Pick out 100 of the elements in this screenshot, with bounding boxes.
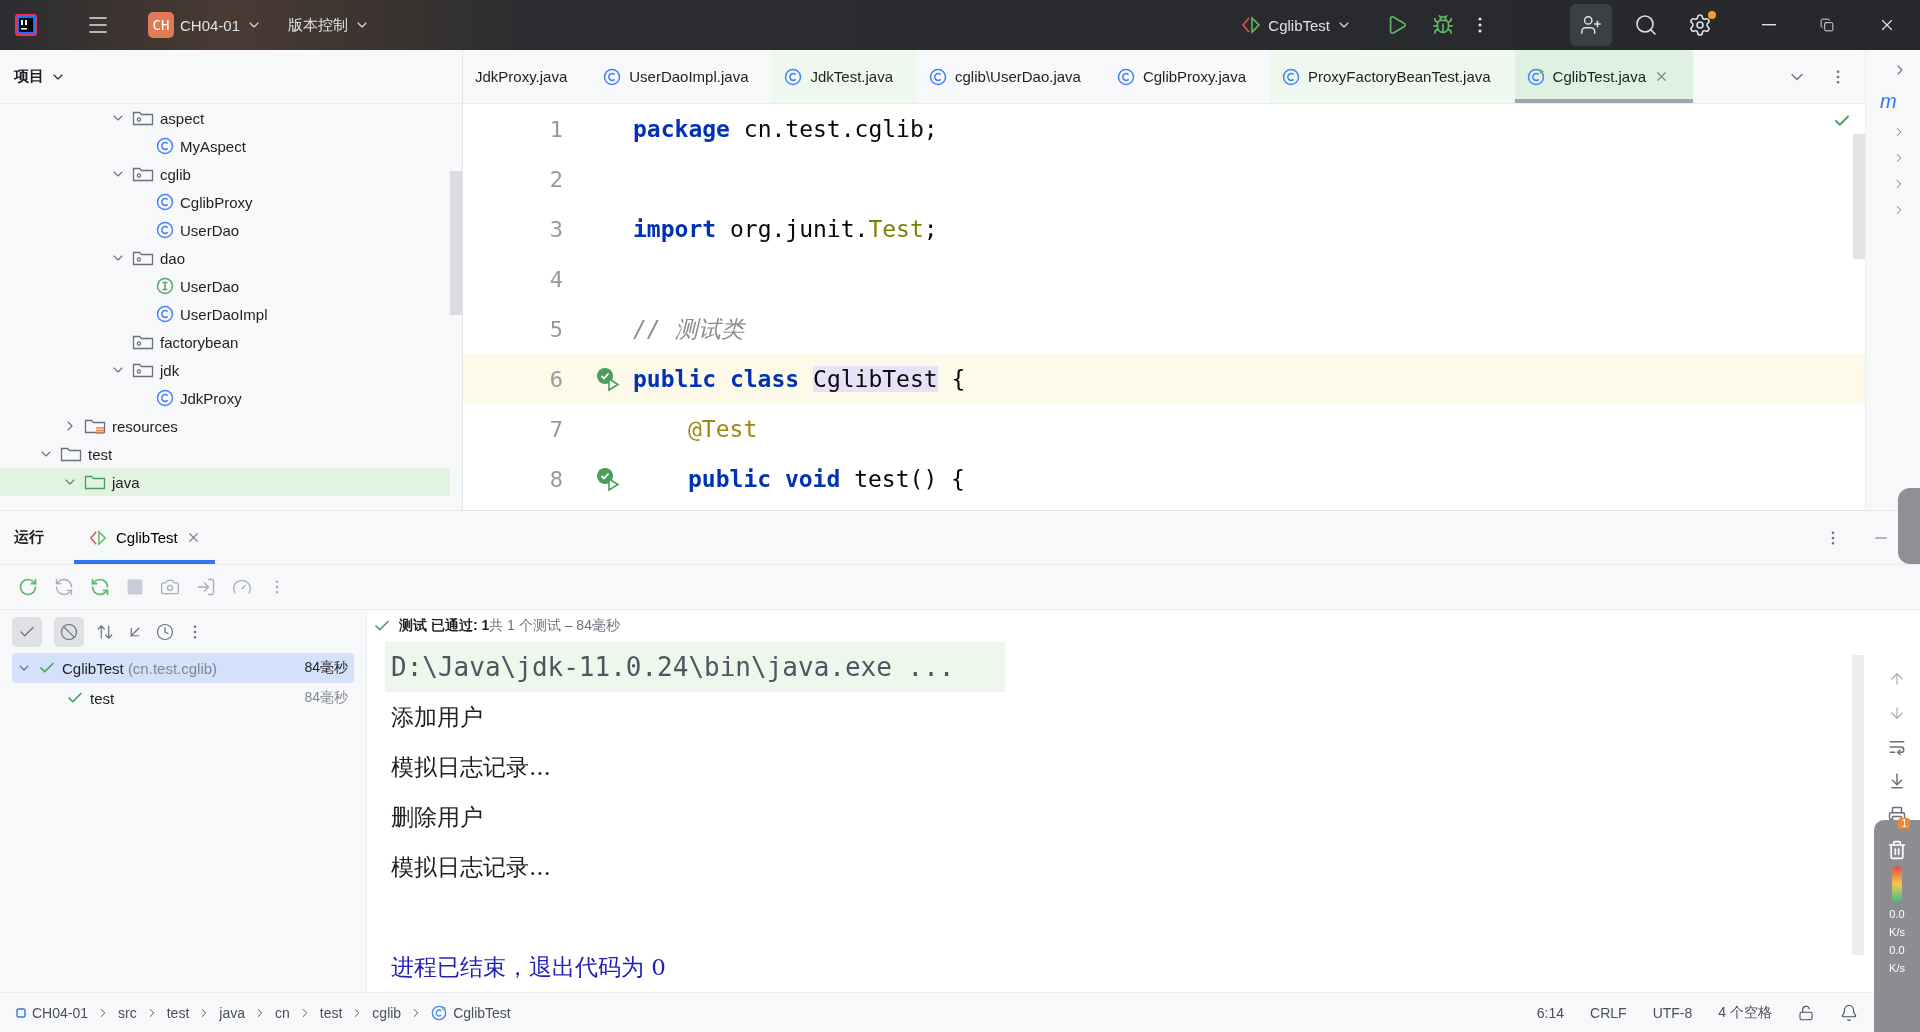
editor-tab[interactable]: CglibTest.java [1514,50,1693,103]
trash-icon[interactable] [1887,840,1907,860]
tree-item[interactable]: jdk [0,356,450,384]
bug-icon [1432,14,1454,36]
tree-item[interactable]: aspect [0,104,450,132]
tree-item[interactable]: resources [0,412,450,440]
line-number: 1 [548,116,563,142]
class-icon [156,193,174,211]
console-output: 添加用户 [391,702,484,732]
editor-tab[interactable]: JdkTest.java [772,50,918,103]
tree-item[interactable]: UserDao [0,216,450,244]
download-speed: 0.0 [1889,944,1905,957]
test-name: test [90,689,115,707]
test-row[interactable]: test 84毫秒 [12,683,354,713]
run-panel-title: 运行 [14,528,44,547]
breadcrumb[interactable]: java [219,1004,245,1021]
class-icon [156,389,174,407]
line-number: 7 [548,416,563,442]
more-icon [1478,17,1482,33]
rerun-icon[interactable] [18,577,38,597]
line-number: 4 [548,266,563,292]
line-number: 3 [548,216,563,242]
breadcrumb[interactable]: test [319,1004,343,1021]
upload-speed: 0.0 [1889,908,1905,921]
tree-item[interactable]: UserDaoImpl [0,300,450,328]
class-icon [156,137,174,155]
toggle-auto-test-icon[interactable] [90,577,110,597]
package-icon [132,249,154,267]
class-icon [156,221,174,239]
breadcrumb[interactable]: cn [274,1004,290,1021]
editor-tab[interactable]: UserDaoImpl.java [591,50,773,103]
breadcrumb[interactable]: cglib [372,1004,402,1021]
run-test-icon[interactable] [595,366,621,392]
tree-item[interactable]: java [0,468,450,496]
upload-unit: K/s [1889,926,1905,939]
test-time: 84毫秒 [304,689,348,707]
code-with-me-button[interactable] [1570,4,1612,46]
tree-item[interactable]: MyAspect [0,132,450,160]
line-separator[interactable]: CRLF [1590,1004,1627,1021]
drag-handle[interactable] [1898,488,1920,564]
tree-item[interactable]: cglib [0,160,450,188]
test-row[interactable]: CglibTest (cn.test.cglib) 84毫秒 [12,653,354,683]
package-icon [132,109,154,127]
tree-item[interactable]: test [0,440,450,468]
run-config-selector[interactable]: CglibTest [1232,9,1360,41]
import-icon[interactable] [196,577,216,597]
test-config-icon [88,528,108,547]
editor-tab[interactable]: JdkProxy.java [463,50,592,103]
ignored-icon [60,622,78,641]
run-test-icon[interactable] [595,466,621,492]
console-output: 模拟日志记录... [391,752,552,782]
notifications-icon[interactable] [1840,1003,1858,1022]
code-line: package cn.test.cglib; [633,116,938,142]
console-output: 删除用户 [391,802,484,832]
tree-item[interactable]: CglibProxy [0,188,450,216]
breadcrumb[interactable]: test [166,1004,190,1021]
editor-tab[interactable]: cglib\UserDao.java [917,50,1105,103]
camera-icon[interactable] [160,577,180,597]
tree-item[interactable]: factorybean [0,328,450,356]
scroll-to-end-icon[interactable] [1888,772,1906,790]
arrow-down-icon[interactable] [1888,704,1906,722]
code-line: public void test() { [688,466,965,492]
sort-icon[interactable] [96,622,114,641]
class-icon [929,67,948,86]
code-line: @Test [688,416,758,442]
module-icon [16,1007,26,1018]
close-tab-icon[interactable] [1654,69,1669,84]
tree-item[interactable]: UserDao [0,272,450,300]
structure-item[interactable]: m [1880,90,1897,113]
project-switcher[interactable]: CH CH04-01 [140,6,271,44]
editor-tab[interactable]: ProxyFactoryBeanTest.java [1270,50,1515,103]
indent-setting[interactable]: 4 个空格 [1718,1003,1772,1022]
app-logo-icon[interactable] [14,13,38,37]
show-passed-toggle[interactable] [12,616,42,647]
breadcrumb[interactable]: CglibTest [431,1004,511,1021]
package-icon [132,165,154,183]
show-ignored-toggle[interactable] [54,616,84,647]
file-encoding[interactable]: UTF-8 [1652,1004,1693,1021]
editor-tab[interactable]: CglibProxy.java [1104,50,1271,103]
vcs-menu[interactable]: 版本控制 [280,9,379,41]
code-line: import org.junit.Test; [633,216,938,242]
scrollbar[interactable] [450,171,462,315]
tree-item[interactable]: JdkProxy [0,384,450,412]
project-view-selector[interactable]: 项目 [14,67,66,86]
breadcrumb[interactable]: CH04-01 [16,1004,89,1021]
rerun-failed-icon[interactable] [54,577,74,597]
cursor-position[interactable]: 6:14 [1536,1004,1565,1021]
test-class-icon [1526,67,1545,86]
soft-wrap-icon[interactable] [1888,738,1906,756]
tree-item[interactable]: dao [0,244,450,272]
run-tab[interactable]: CglibTest [74,511,215,564]
test-time: 84毫秒 [304,659,348,677]
line-number: 5 [548,316,563,342]
class-icon [1282,67,1301,86]
breadcrumb[interactable]: src [118,1004,137,1021]
test-class-icon [431,1004,448,1021]
minimize-icon [1762,24,1776,26]
history-icon[interactable] [156,622,174,641]
scrollbar[interactable] [1853,134,1865,259]
unlock-icon[interactable] [1798,1004,1814,1021]
